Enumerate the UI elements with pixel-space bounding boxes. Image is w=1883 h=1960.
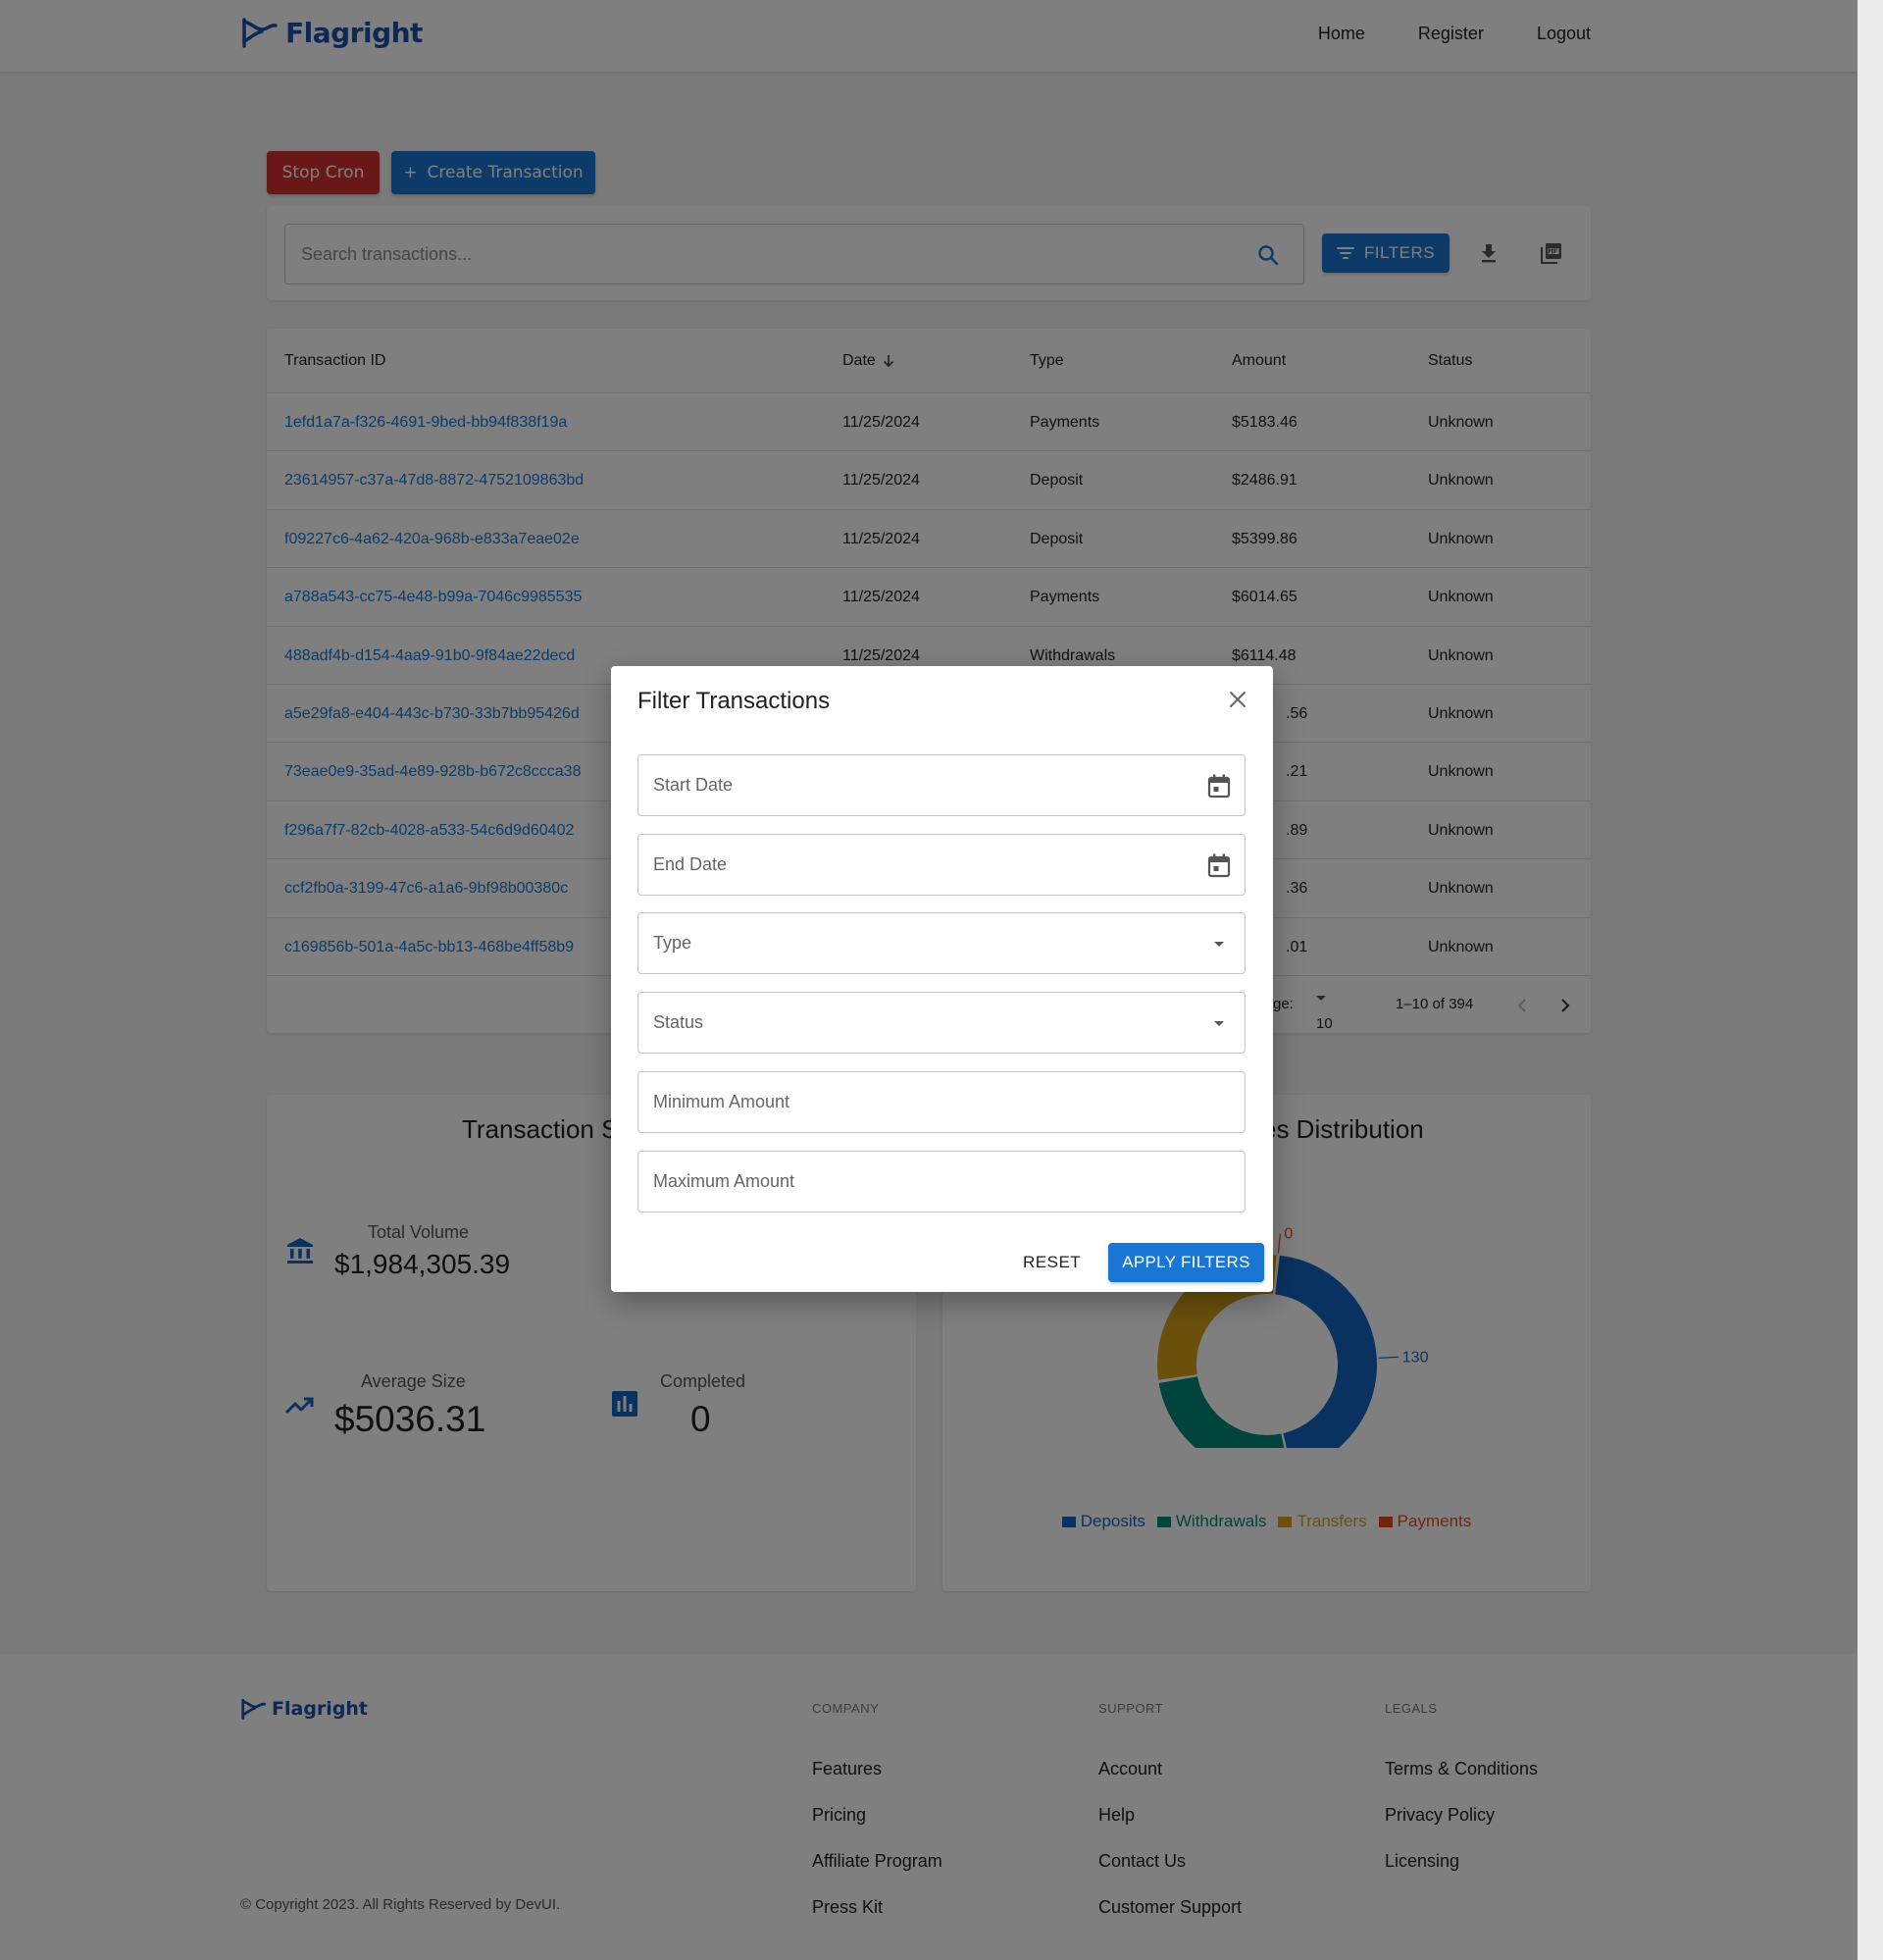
minimum-amount-field[interactable]: Minimum Amount [637, 1071, 1246, 1133]
caret-down-icon [1214, 1021, 1224, 1026]
close-icon[interactable] [1224, 686, 1251, 713]
status-select[interactable]: Status [637, 992, 1246, 1054]
status-select-label: Status [653, 1012, 704, 1032]
type-select[interactable]: Type [637, 912, 1246, 974]
maximum-amount-field[interactable]: Maximum Amount [637, 1151, 1246, 1212]
start-date-field[interactable]: Start Date [637, 754, 1246, 816]
minimum-amount-label: Minimum Amount [653, 1092, 790, 1111]
end-date-label: End Date [653, 854, 728, 874]
type-select-label: Type [653, 933, 692, 953]
caret-down-icon [1214, 942, 1224, 947]
dialog-title: Filter Transactions [637, 688, 831, 714]
page-scrollbar[interactable] [1858, 0, 1883, 1960]
start-date-label: Start Date [653, 775, 734, 795]
calendar-icon[interactable] [1205, 851, 1233, 879]
filter-transactions-dialog: Filter Transactions Start Date End Date … [611, 666, 1273, 1292]
end-date-field[interactable]: End Date [637, 834, 1246, 896]
calendar-icon[interactable] [1205, 772, 1233, 799]
apply-filters-button[interactable]: APPLY FILTERS [1108, 1243, 1264, 1282]
reset-button[interactable]: RESET [1023, 1253, 1081, 1272]
maximum-amount-label: Maximum Amount [653, 1171, 795, 1191]
